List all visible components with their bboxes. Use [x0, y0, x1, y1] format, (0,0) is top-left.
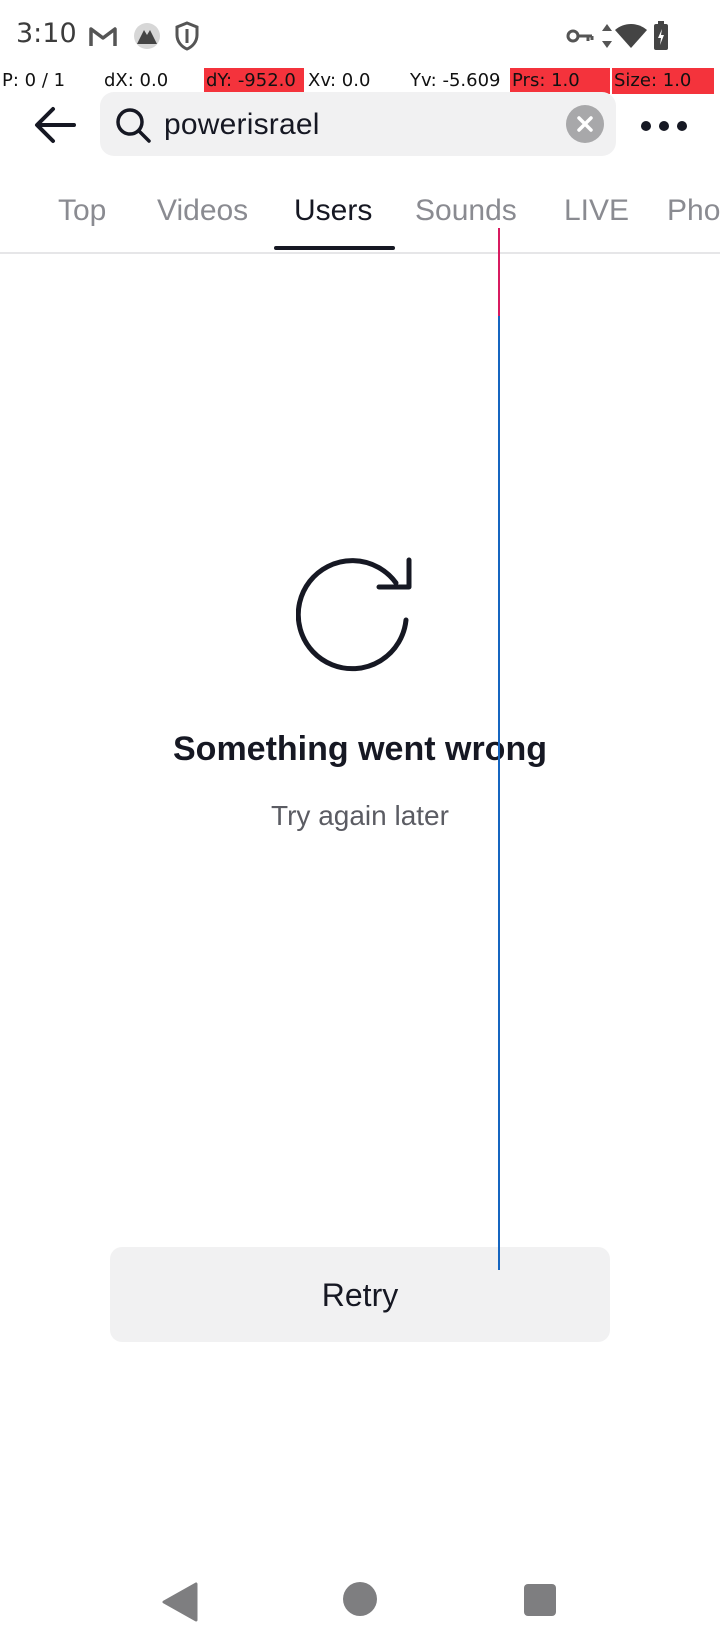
nav-back-button[interactable] — [160, 1580, 200, 1624]
search-icon — [114, 106, 152, 144]
battery-charging-icon — [652, 20, 670, 52]
tab-live[interactable]: LIVE — [564, 194, 629, 228]
close-circle-icon — [577, 116, 593, 132]
search-query-text: powerisrael — [164, 108, 320, 141]
back-button[interactable] — [28, 98, 82, 152]
refresh-icon — [295, 552, 424, 680]
error-subtitle: Try again later — [271, 800, 449, 831]
retry-button[interactable]: Retry — [110, 1247, 610, 1342]
error-title: Something went wrong — [173, 730, 547, 768]
search-header: powerisrael — [0, 90, 720, 162]
tab-users[interactable]: Users — [294, 194, 372, 228]
more-options-button[interactable] — [636, 108, 692, 144]
tab-photos[interactable]: Photos — [667, 194, 720, 228]
tab-sounds[interactable]: Sounds — [415, 194, 517, 228]
more-horizontal-icon — [641, 121, 687, 131]
system-navigation-bar — [0, 1560, 720, 1650]
retry-button-label: Retry — [321, 1277, 399, 1313]
clear-search-button[interactable] — [566, 105, 604, 143]
nav-back-icon — [162, 1582, 198, 1622]
gmail-icon — [88, 20, 118, 52]
notification-app-icon — [132, 20, 162, 52]
wifi-icon — [614, 20, 648, 52]
touch-trace-start — [498, 228, 500, 316]
status-time: 3:10 — [16, 18, 77, 49]
nav-recents-icon[interactable] — [524, 1584, 556, 1616]
search-result-tabs: Top Videos Users Sounds LIVE Photos — [0, 176, 720, 254]
tab-videos[interactable]: Videos — [157, 194, 248, 228]
data-arrows-icon — [600, 20, 614, 52]
status-bar: 3:10 — [0, 0, 720, 70]
arrow-left-icon — [35, 107, 76, 143]
vpn-key-icon — [566, 20, 594, 52]
nav-home-icon[interactable] — [343, 1582, 377, 1616]
tab-top[interactable]: Top — [58, 194, 106, 228]
active-tab-indicator — [274, 246, 395, 250]
touch-trace-line — [498, 228, 500, 1270]
search-input[interactable]: powerisrael — [100, 92, 616, 156]
shield-icon — [174, 20, 200, 52]
